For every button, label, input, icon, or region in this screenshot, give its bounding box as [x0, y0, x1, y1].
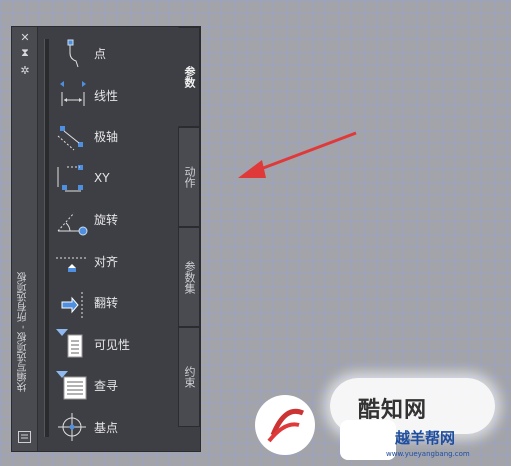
watermark-url: www.yueyangbang.com	[386, 450, 470, 458]
watermark-logo	[255, 395, 315, 455]
watermark-sub: 越羊帮网	[395, 429, 456, 447]
